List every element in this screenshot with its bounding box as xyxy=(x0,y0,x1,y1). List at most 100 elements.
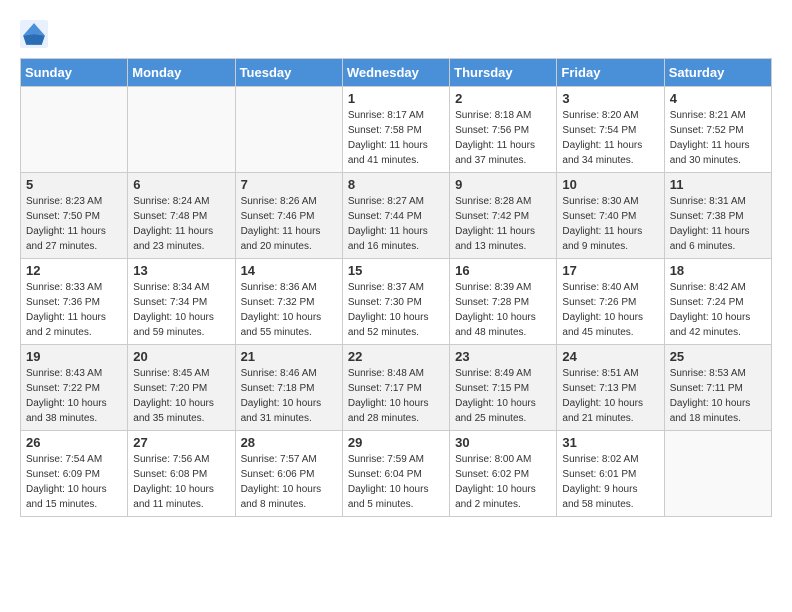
calendar-cell: 24 Sunrise: 8:51 AMSunset: 7:13 PMDayligh… xyxy=(557,345,664,431)
day-info: Sunrise: 8:18 AMSunset: 7:56 PMDaylight:… xyxy=(455,108,551,168)
calendar-cell: 28 Sunrise: 7:57 AMSunset: 6:06 PMDayligh… xyxy=(235,431,342,517)
weekday-header-tuesday: Tuesday xyxy=(235,59,342,87)
calendar-cell: 3Sunrise: 8:20 AMSunset: 7:54 PMDaylight… xyxy=(557,87,664,173)
day-info: Sunrise: 8:43 AMSunset: 7:22 PMDaylight:… xyxy=(26,366,122,426)
day-info: Sunrise: 7:54 AMSunset: 6:09 PMDaylight:… xyxy=(26,452,122,512)
day-number: 18 xyxy=(670,263,766,278)
day-number: 22 xyxy=(348,349,444,364)
calendar-cell: 13 Sunrise: 8:34 AMSunset: 7:34 PMDayligh… xyxy=(128,259,235,345)
day-number: 5 xyxy=(26,177,122,192)
day-info: Sunrise: 8:30 AMSunset: 7:40 PMDaylight:… xyxy=(562,194,658,254)
logo xyxy=(20,20,52,48)
calendar-week-row: 19 Sunrise: 8:43 AMSunset: 7:22 PMDayligh… xyxy=(21,345,772,431)
weekday-header-thursday: Thursday xyxy=(450,59,557,87)
day-info: Sunrise: 8:40 AMSunset: 7:26 PMDaylight:… xyxy=(562,280,658,340)
day-info: Sunrise: 8:28 AMSunset: 7:42 PMDaylight:… xyxy=(455,194,551,254)
calendar-cell: 9 Sunrise: 8:28 AMSunset: 7:42 PMDaylight… xyxy=(450,173,557,259)
calendar-cell: 31 Sunrise: 8:02 AMSunset: 6:01 PMDayligh… xyxy=(557,431,664,517)
day-number: 28 xyxy=(241,435,337,450)
day-info: Sunrise: 8:24 AMSunset: 7:48 PMDaylight:… xyxy=(133,194,229,254)
day-info: Sunrise: 8:21 AMSunset: 7:52 PMDaylight:… xyxy=(670,108,766,168)
day-info: Sunrise: 8:37 AMSunset: 7:30 PMDaylight:… xyxy=(348,280,444,340)
day-info: Sunrise: 8:48 AMSunset: 7:17 PMDaylight:… xyxy=(348,366,444,426)
page-header xyxy=(20,20,772,48)
day-number: 29 xyxy=(348,435,444,450)
day-number: 2 xyxy=(455,91,551,106)
day-number: 13 xyxy=(133,263,229,278)
day-info: Sunrise: 8:53 AMSunset: 7:11 PMDaylight:… xyxy=(670,366,766,426)
day-number: 17 xyxy=(562,263,658,278)
day-number: 4 xyxy=(670,91,766,106)
calendar-cell: 16Sunrise: 8:39 AMSunset: 7:28 PMDayligh… xyxy=(450,259,557,345)
calendar-cell: 5 Sunrise: 8:23 AMSunset: 7:50 PMDaylight… xyxy=(21,173,128,259)
calendar-cell: 10 Sunrise: 8:30 AMSunset: 7:40 PMDayligh… xyxy=(557,173,664,259)
day-number: 25 xyxy=(670,349,766,364)
weekday-header-monday: Monday xyxy=(128,59,235,87)
calendar-week-row: 12 Sunrise: 8:33 AMSunset: 7:36 PMDayligh… xyxy=(21,259,772,345)
calendar-cell: 17 Sunrise: 8:40 AMSunset: 7:26 PMDayligh… xyxy=(557,259,664,345)
day-info: Sunrise: 8:02 AMSunset: 6:01 PMDaylight:… xyxy=(562,452,658,512)
day-info: Sunrise: 7:57 AMSunset: 6:06 PMDaylight:… xyxy=(241,452,337,512)
calendar-cell xyxy=(235,87,342,173)
calendar-cell: 11Sunrise: 8:31 AMSunset: 7:38 PMDayligh… xyxy=(664,173,771,259)
calendar-cell: 15Sunrise: 8:37 AMSunset: 7:30 PMDayligh… xyxy=(342,259,449,345)
day-number: 9 xyxy=(455,177,551,192)
weekday-header-wednesday: Wednesday xyxy=(342,59,449,87)
calendar-week-row: 26 Sunrise: 7:54 AMSunset: 6:09 PMDayligh… xyxy=(21,431,772,517)
day-number: 27 xyxy=(133,435,229,450)
day-number: 8 xyxy=(348,177,444,192)
calendar-cell xyxy=(21,87,128,173)
day-info: Sunrise: 8:26 AMSunset: 7:46 PMDaylight:… xyxy=(241,194,337,254)
calendar-cell: 26 Sunrise: 7:54 AMSunset: 6:09 PMDayligh… xyxy=(21,431,128,517)
day-number: 1 xyxy=(348,91,444,106)
day-info: Sunrise: 8:46 AMSunset: 7:18 PMDaylight:… xyxy=(241,366,337,426)
calendar-cell: 30Sunrise: 8:00 AMSunset: 6:02 PMDayligh… xyxy=(450,431,557,517)
calendar-week-row: 1 Sunrise: 8:17 AMSunset: 7:58 PMDaylight… xyxy=(21,87,772,173)
day-info: Sunrise: 8:17 AMSunset: 7:58 PMDaylight:… xyxy=(348,108,444,168)
day-info: Sunrise: 8:23 AMSunset: 7:50 PMDaylight:… xyxy=(26,194,122,254)
calendar-cell: 22 Sunrise: 8:48 AMSunset: 7:17 PMDayligh… xyxy=(342,345,449,431)
day-number: 20 xyxy=(133,349,229,364)
weekday-header-saturday: Saturday xyxy=(664,59,771,87)
calendar-cell: 6 Sunrise: 8:24 AMSunset: 7:48 PMDaylight… xyxy=(128,173,235,259)
day-info: Sunrise: 7:56 AMSunset: 6:08 PMDaylight:… xyxy=(133,452,229,512)
weekday-header-sunday: Sunday xyxy=(21,59,128,87)
weekday-header-friday: Friday xyxy=(557,59,664,87)
day-info: Sunrise: 8:34 AMSunset: 7:34 PMDaylight:… xyxy=(133,280,229,340)
day-info: Sunrise: 8:39 AMSunset: 7:28 PMDaylight:… xyxy=(455,280,551,340)
day-info: Sunrise: 8:45 AMSunset: 7:20 PMDaylight:… xyxy=(133,366,229,426)
day-number: 21 xyxy=(241,349,337,364)
day-info: Sunrise: 8:36 AMSunset: 7:32 PMDaylight:… xyxy=(241,280,337,340)
day-info: Sunrise: 8:51 AMSunset: 7:13 PMDaylight:… xyxy=(562,366,658,426)
calendar-cell: 4 Sunrise: 8:21 AMSunset: 7:52 PMDaylight… xyxy=(664,87,771,173)
generalblue-logo-icon xyxy=(20,20,48,48)
calendar-body: 1 Sunrise: 8:17 AMSunset: 7:58 PMDaylight… xyxy=(21,87,772,517)
calendar-header-row: SundayMondayTuesdayWednesdayThursdayFrid… xyxy=(21,59,772,87)
calendar-cell: 1 Sunrise: 8:17 AMSunset: 7:58 PMDaylight… xyxy=(342,87,449,173)
calendar-cell: 20 Sunrise: 8:45 AMSunset: 7:20 PMDayligh… xyxy=(128,345,235,431)
calendar-cell: 29Sunrise: 7:59 AMSunset: 6:04 PMDayligh… xyxy=(342,431,449,517)
day-number: 10 xyxy=(562,177,658,192)
calendar-cell: 8Sunrise: 8:27 AMSunset: 7:44 PMDaylight… xyxy=(342,173,449,259)
day-number: 31 xyxy=(562,435,658,450)
calendar-cell: 12 Sunrise: 8:33 AMSunset: 7:36 PMDayligh… xyxy=(21,259,128,345)
day-number: 19 xyxy=(26,349,122,364)
day-number: 11 xyxy=(670,177,766,192)
calendar-cell: 14 Sunrise: 8:36 AMSunset: 7:32 PMDayligh… xyxy=(235,259,342,345)
calendar-cell: 25 Sunrise: 8:53 AMSunset: 7:11 PMDayligh… xyxy=(664,345,771,431)
calendar-cell: 18Sunrise: 8:42 AMSunset: 7:24 PMDayligh… xyxy=(664,259,771,345)
day-number: 30 xyxy=(455,435,551,450)
day-number: 14 xyxy=(241,263,337,278)
calendar-cell: 21 Sunrise: 8:46 AMSunset: 7:18 PMDayligh… xyxy=(235,345,342,431)
day-info: Sunrise: 8:49 AMSunset: 7:15 PMDaylight:… xyxy=(455,366,551,426)
calendar-cell: 7Sunrise: 8:26 AMSunset: 7:46 PMDaylight… xyxy=(235,173,342,259)
day-number: 26 xyxy=(26,435,122,450)
day-number: 6 xyxy=(133,177,229,192)
day-info: Sunrise: 8:33 AMSunset: 7:36 PMDaylight:… xyxy=(26,280,122,340)
calendar-table: SundayMondayTuesdayWednesdayThursdayFrid… xyxy=(20,58,772,517)
day-number: 12 xyxy=(26,263,122,278)
calendar-cell: 23Sunrise: 8:49 AMSunset: 7:15 PMDayligh… xyxy=(450,345,557,431)
calendar-week-row: 5 Sunrise: 8:23 AMSunset: 7:50 PMDaylight… xyxy=(21,173,772,259)
day-number: 24 xyxy=(562,349,658,364)
calendar-cell: 19 Sunrise: 8:43 AMSunset: 7:22 PMDayligh… xyxy=(21,345,128,431)
